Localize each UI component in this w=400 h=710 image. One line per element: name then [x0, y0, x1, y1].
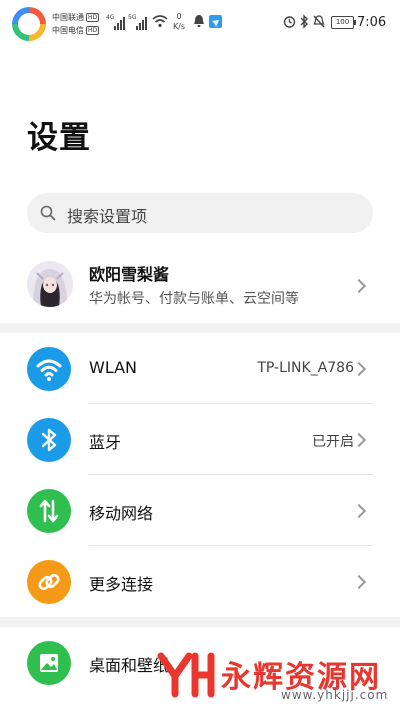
- wifi-status-icon: [152, 15, 168, 28]
- chevron-right-icon: [351, 503, 367, 519]
- chevron-right-icon: [351, 278, 367, 294]
- settings-item-mobile-network[interactable]: 移动网络: [0, 475, 400, 546]
- watermark: 永辉资源网 www.yhkjjj.com: [155, 648, 400, 710]
- profile-subtitle: 华为帐号、付款与账单、云空间等: [89, 291, 299, 307]
- signal-strength-icon-2: 5G: [128, 14, 150, 30]
- settings-item-value: 已开启: [312, 434, 354, 450]
- carrier-1: 中国联通 HD: [52, 13, 100, 22]
- settings-item-value: TP-LINK_A786: [257, 360, 354, 376]
- mute-icon: [313, 15, 325, 28]
- search-icon: [40, 205, 56, 221]
- section-divider: [0, 617, 400, 627]
- search-placeholder: 搜索设置项: [67, 207, 148, 226]
- section-divider: [0, 323, 400, 333]
- account-card[interactable]: 欧阳雪梨酱 华为帐号、付款与账单、云空间等: [0, 250, 400, 320]
- settings-item-label: 移动网络: [89, 504, 154, 523]
- watermark-logo-icon: [157, 652, 215, 698]
- chevron-right-icon: [351, 574, 367, 590]
- chevron-right-icon: [351, 432, 367, 448]
- network-speed: 0 K/s: [172, 12, 186, 31]
- wallpaper-icon: [27, 641, 71, 685]
- bluetooth-icon: [27, 418, 71, 462]
- watermark-url: www.yhkjjj.com: [281, 688, 389, 702]
- battery-icon: 100: [331, 16, 356, 29]
- message-app-icon: [209, 15, 222, 28]
- settings-item-more-connections[interactable]: 更多连接: [0, 546, 400, 617]
- search-input[interactable]: 搜索设置项: [27, 193, 373, 233]
- signal-strength-icon-1: 4G: [106, 14, 128, 30]
- alarm-icon: [283, 16, 296, 28]
- bluetooth-status-icon: [300, 14, 308, 29]
- profile-name: 欧阳雪梨酱: [89, 265, 170, 284]
- settings-item-label: 更多连接: [89, 575, 154, 594]
- page-title: 设置: [27, 120, 91, 156]
- wifi-icon: [27, 347, 71, 391]
- app-logo-icon: [12, 7, 46, 41]
- settings-item-wlan[interactable]: WLAN TP-LINK_A786: [0, 333, 400, 404]
- avatar: [27, 261, 73, 307]
- status-time: 7:06: [357, 15, 387, 30]
- settings-item-label: WLAN: [89, 358, 138, 377]
- mobile-data-icon: [27, 489, 71, 533]
- chevron-right-icon: [351, 361, 367, 377]
- notification-bell-icon: [194, 15, 204, 27]
- settings-item-label: 蓝牙: [89, 433, 122, 452]
- link-icon: [27, 560, 71, 604]
- settings-item-bluetooth[interactable]: 蓝牙 已开启: [0, 404, 400, 475]
- carrier-2: 中国电信 HD: [52, 26, 100, 35]
- status-bar: 中国联通 HD 中国电信 HD 4G 5G 0 K/s 100 7:06: [0, 0, 400, 48]
